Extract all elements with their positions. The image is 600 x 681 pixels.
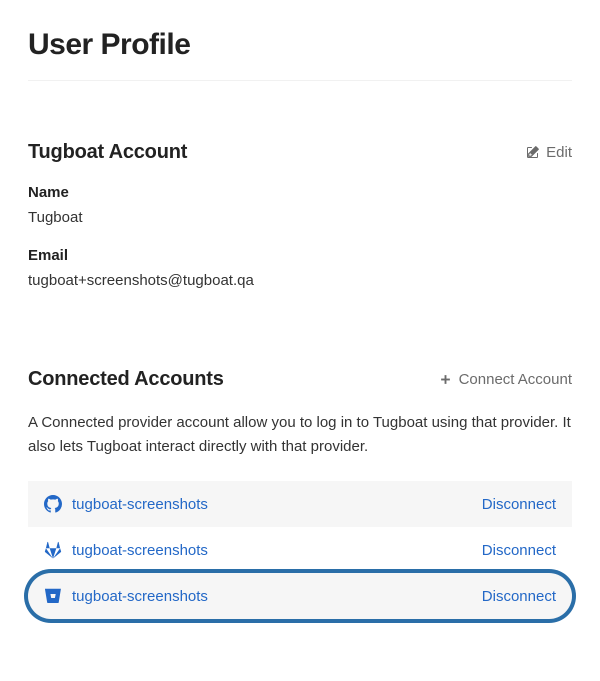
disconnect-button[interactable]: Disconnect — [482, 588, 556, 605]
edit-button[interactable]: Edit — [525, 144, 572, 161]
bitbucket-icon — [44, 587, 62, 605]
connected-section-title: Connected Accounts — [28, 368, 224, 391]
account-section-title: Tugboat Account — [28, 141, 187, 164]
name-field: Name Tugboat — [28, 184, 572, 227]
email-field: Email tugboat+screenshots@tugboat.qa — [28, 247, 572, 290]
connect-account-button[interactable]: Connect Account — [438, 371, 572, 388]
edit-label: Edit — [546, 144, 572, 161]
account-name-link[interactable]: tugboat-screenshots — [72, 542, 208, 559]
connected-account-row: tugboat-screenshots Disconnect — [28, 481, 572, 527]
connected-account-row-highlighted: tugboat-screenshots Disconnect — [28, 573, 572, 619]
account-name-link[interactable]: tugboat-screenshots — [72, 496, 208, 513]
gitlab-icon — [44, 541, 62, 559]
connected-section-header: Connected Accounts Connect Account — [28, 368, 572, 391]
page-title: User Profile — [28, 28, 572, 81]
connected-description: A Connected provider account allow you t… — [28, 411, 572, 459]
account-name-link[interactable]: tugboat-screenshots — [72, 588, 208, 605]
name-label: Name — [28, 184, 572, 201]
email-value: tugboat+screenshots@tugboat.qa — [28, 272, 254, 289]
github-icon — [44, 495, 62, 513]
plus-icon — [438, 372, 453, 387]
email-label: Email — [28, 247, 572, 264]
name-value: Tugboat — [28, 209, 83, 226]
connected-accounts-list: tugboat-screenshots Disconnect tugboat-s… — [28, 481, 572, 619]
account-section-header: Tugboat Account Edit — [28, 141, 572, 164]
connect-account-label: Connect Account — [459, 371, 572, 388]
disconnect-button[interactable]: Disconnect — [482, 542, 556, 559]
connected-account-row: tugboat-screenshots Disconnect — [28, 527, 572, 573]
disconnect-button[interactable]: Disconnect — [482, 496, 556, 513]
edit-icon — [525, 145, 540, 160]
